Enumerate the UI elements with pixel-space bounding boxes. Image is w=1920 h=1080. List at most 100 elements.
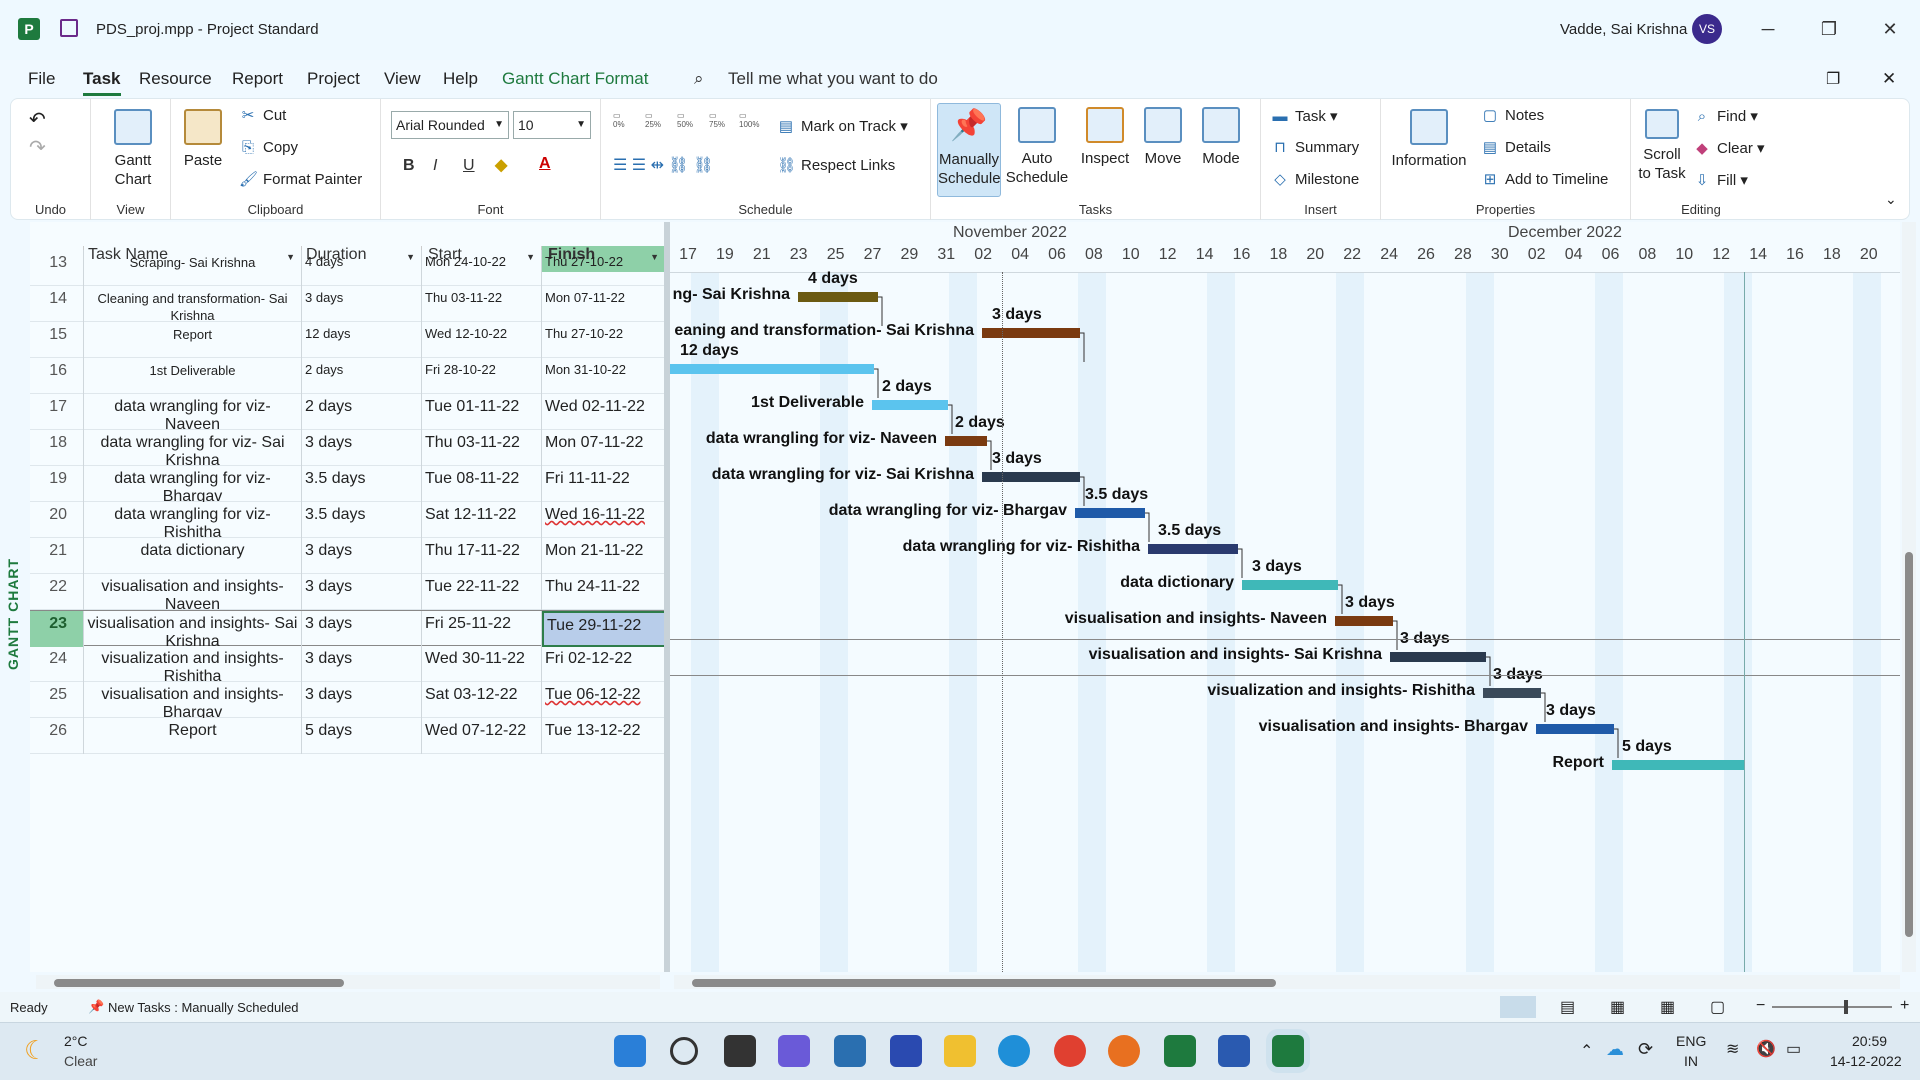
- manually-schedule-button[interactable]: 📌 Manually Schedule: [937, 103, 1001, 197]
- notes-button[interactable]: ▢ Notes: [1481, 107, 1544, 124]
- chart-vertical-scrollbar[interactable]: [1902, 222, 1916, 972]
- task-name-cell[interactable]: visualization and insights- Rishitha: [84, 646, 302, 682]
- resource-sheet-icon[interactable]: ▦: [1660, 997, 1675, 1017]
- close-button[interactable]: ✕: [1875, 14, 1905, 44]
- finish-cell[interactable]: Thu 24-11-22: [542, 574, 666, 610]
- table-row[interactable]: 15 Report 12 days Wed 12-10-22 Thu 27-10-22: [30, 322, 666, 358]
- row-id[interactable]: 25: [30, 682, 84, 718]
- search-icon[interactable]: [670, 1037, 698, 1065]
- task-name-cell[interactable]: data wrangling for viz- Sai Krishna: [84, 430, 302, 466]
- font-color-icon[interactable]: A: [539, 155, 551, 173]
- finish-cell[interactable]: Tue 29-11-22: [542, 611, 666, 647]
- collapse-ribbon-icon[interactable]: ⌄: [1885, 191, 1897, 208]
- mail-icon[interactable]: [834, 1035, 866, 1067]
- auto-schedule-button[interactable]: Auto Schedule: [1005, 107, 1069, 187]
- task-name-cell[interactable]: Scraping- Sai Krishna: [84, 250, 302, 286]
- table-row[interactable]: 13 Scraping- Sai Krishna 4 days Mon 24-10-2…: [30, 250, 666, 286]
- font-size-select[interactable]: 10 ▼: [513, 111, 591, 139]
- task-name-cell[interactable]: 1st Deliverable: [84, 358, 302, 394]
- project-icon[interactable]: [1272, 1035, 1304, 1067]
- row-id[interactable]: 21: [30, 538, 84, 574]
- table-row[interactable]: 22 visualisation and insights- Naveen 3 da…: [30, 574, 666, 610]
- gantt-bar[interactable]: [1483, 688, 1541, 698]
- duration-cell[interactable]: 2 days: [302, 358, 422, 394]
- duration-cell[interactable]: 2 days: [302, 394, 422, 430]
- paste-button[interactable]: Paste: [179, 109, 227, 170]
- start-cell[interactable]: Tue 01-11-22: [422, 394, 542, 430]
- duration-cell[interactable]: 3 days: [302, 286, 422, 322]
- finish-cell[interactable]: Tue 06-12-22: [542, 682, 666, 718]
- table-row[interactable]: 18 data wrangling for viz- Sai Krishna 3 d…: [30, 430, 666, 466]
- start-cell[interactable]: Wed 30-11-22: [422, 646, 542, 682]
- gantt-bar[interactable]: [670, 364, 874, 374]
- menu-report[interactable]: Report: [232, 69, 283, 89]
- details-button[interactable]: ▤ Details: [1481, 139, 1551, 156]
- start-cell[interactable]: Tue 22-11-22: [422, 574, 542, 610]
- pct-75-button[interactable]: ▭ 75%: [709, 111, 725, 129]
- menu-task[interactable]: Task: [83, 69, 121, 96]
- menu-project[interactable]: Project: [307, 69, 360, 89]
- new-tasks-mode[interactable]: New Tasks : Manually Scheduled: [108, 1000, 299, 1015]
- duration-cell[interactable]: 3 days: [302, 538, 422, 574]
- row-id[interactable]: 16: [30, 358, 84, 394]
- duration-cell[interactable]: 3 days: [302, 682, 422, 718]
- gantt-bar[interactable]: [1242, 580, 1338, 590]
- row-id[interactable]: 22: [30, 574, 84, 610]
- task-name-cell[interactable]: Report: [84, 322, 302, 358]
- zoom-slider-thumb[interactable]: [1844, 1000, 1848, 1014]
- row-id[interactable]: 26: [30, 718, 84, 754]
- start-cell[interactable]: Sat 03-12-22: [422, 682, 542, 718]
- format-painter-button[interactable]: 🖌 Format Painter: [239, 171, 362, 188]
- start-cell[interactable]: Thu 17-11-22: [422, 538, 542, 574]
- move-button[interactable]: Move: [1135, 107, 1191, 168]
- row-id[interactable]: 17: [30, 394, 84, 430]
- start-cell[interactable]: Wed 07-12-22: [422, 718, 542, 754]
- report-icon[interactable]: ▢: [1710, 997, 1725, 1017]
- highlight-color-icon[interactable]: ◆: [495, 155, 507, 175]
- information-button[interactable]: Information: [1389, 109, 1469, 170]
- start-cell[interactable]: Mon 24-10-22: [422, 250, 542, 286]
- row-id[interactable]: 24: [30, 646, 84, 682]
- table-row[interactable]: 14 Cleaning and transformation- Sai Krish…: [30, 286, 666, 322]
- battery-icon[interactable]: ▭: [1786, 1039, 1801, 1059]
- task-name-cell[interactable]: Report: [84, 718, 302, 754]
- chrome-icon[interactable]: [1054, 1035, 1086, 1067]
- file-explorer-icon[interactable]: [944, 1035, 976, 1067]
- start-cell[interactable]: Fri 25-11-22: [422, 611, 542, 647]
- start-cell[interactable]: Wed 12-10-22: [422, 322, 542, 358]
- sync-icon[interactable]: ⟳: [1638, 1039, 1653, 1060]
- chat-icon[interactable]: [778, 1035, 810, 1067]
- table-row[interactable]: 26 Report 5 days Wed 07-12-22 Tue 13-12-22: [30, 718, 666, 754]
- zoom-out-icon[interactable]: −: [1756, 997, 1765, 1015]
- task-name-cell[interactable]: visualisation and insights- Sai Krishna: [84, 611, 302, 647]
- insert-summary-button[interactable]: ⊓ Summary: [1271, 139, 1359, 156]
- finish-cell[interactable]: Mon 07-11-22: [542, 286, 666, 322]
- menu-help[interactable]: Help: [443, 69, 478, 89]
- gantt-bar[interactable]: [798, 292, 878, 302]
- start-cell[interactable]: Fri 28-10-22: [422, 358, 542, 394]
- user-name[interactable]: Vadde, Sai Krishna: [1560, 21, 1687, 38]
- ribbon-display-icon[interactable]: ❐: [1826, 69, 1840, 89]
- font-name-select[interactable]: Arial Rounded ▼: [391, 111, 509, 139]
- finish-cell[interactable]: Fri 02-12-22: [542, 646, 666, 682]
- row-id[interactable]: 20: [30, 502, 84, 538]
- row-id[interactable]: 14: [30, 286, 84, 322]
- row-id[interactable]: 18: [30, 430, 84, 466]
- start-cell[interactable]: Thu 03-11-22: [422, 286, 542, 322]
- tell-me-input[interactable]: Tell me what you want to do: [728, 69, 938, 89]
- find-button[interactable]: ⌕ Find ▾: [1693, 107, 1758, 125]
- duration-cell[interactable]: 3 days: [302, 574, 422, 610]
- table-row[interactable]: 16 1st Deliverable 2 days Fri 28-10-22 Mon 3…: [30, 358, 666, 394]
- pct-100-button[interactable]: ▭ 100%: [739, 111, 759, 129]
- pct-0-button[interactable]: ▭ 0%: [613, 111, 625, 129]
- menu-view[interactable]: View: [384, 69, 421, 89]
- clock-date[interactable]: 14-12-2022: [1830, 1053, 1902, 1069]
- table-row[interactable]: 20 data wrangling for viz- Rishitha 3.5 da…: [30, 502, 666, 538]
- scrollbar-thumb[interactable]: [1905, 552, 1913, 937]
- scroll-to-task-button[interactable]: Scroll to Task: [1637, 109, 1687, 183]
- word-icon[interactable]: [1218, 1035, 1250, 1067]
- cut-button[interactable]: ✂ Cut: [239, 107, 287, 124]
- sheet-horizontal-scrollbar[interactable]: [36, 975, 660, 989]
- gantt-bar[interactable]: [982, 472, 1080, 482]
- italic-button[interactable]: I: [433, 157, 437, 175]
